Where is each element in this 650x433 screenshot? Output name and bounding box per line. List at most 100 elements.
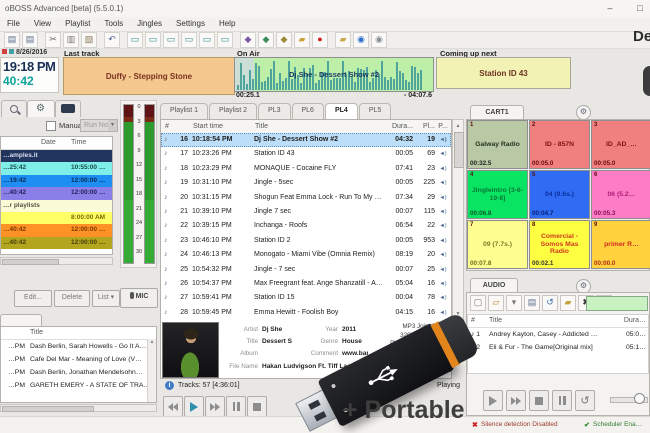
menu-item-settings[interactable]: Settings: [169, 17, 212, 28]
edit-button[interactable]: Edit...: [14, 290, 52, 307]
queue-vscrollbar[interactable]: ▲: [147, 339, 156, 402]
cart-button-4[interactable]: 4 Jingleintro [3-6-19-8] 00:06.8: [467, 170, 528, 219]
audio-pause-button[interactable]: [552, 390, 572, 411]
cart-settings-gear-icon[interactable]: ⚙: [576, 105, 591, 120]
cart-button-2[interactable]: 2 ID - 857N 00:05.0: [529, 120, 590, 169]
pause-button[interactable]: [226, 396, 246, 417]
scheduler-row[interactable]: …19:42 12:00:00 …: [1, 174, 112, 188]
playlist-tab-playlist-2[interactable]: Playlist 2: [209, 103, 258, 120]
tab-scheduler[interactable]: ⚙: [27, 100, 55, 117]
scheduler-row[interactable]: …25:42 10:55:00 …: [1, 162, 112, 175]
menu-item-view[interactable]: View: [27, 17, 58, 28]
save-icon[interactable]: ▤: [524, 295, 540, 311]
menu-item-jingles[interactable]: Jingles: [130, 17, 169, 28]
playlist-row[interactable]: ♪ 25 10:54:32 PM Jingle - 7 sec 00:07 25 ◄): [161, 263, 451, 277]
playlist-row[interactable]: ♪ 17 10:23:26 PM Station ID 43 00:05 69 ◄): [161, 147, 451, 161]
scheduler-row[interactable]: …40:42 12:00:00 …: [1, 236, 112, 250]
playlist-row[interactable]: ♪ 27 10:59:41 PM Station ID 15 00:04 78 ◄): [161, 291, 451, 305]
cart-button-8[interactable]: 8 Comercial - Somos Mas Radio 00:02.1: [529, 220, 590, 269]
copy-icon[interactable]: ▥: [63, 32, 79, 48]
scheduler-row[interactable]: 8:00:00 AM: [1, 211, 112, 225]
scheduler-row[interactable]: …40:42 12:00:00 …: [1, 187, 112, 200]
record-icon[interactable]: ●: [312, 32, 328, 48]
queue-row[interactable]: …PM GARETH EMERY - A STATE OF TRA…: [1, 379, 156, 392]
scroll-up-icon[interactable]: ▲: [453, 123, 463, 129]
save-all-icon[interactable]: ▤: [22, 32, 38, 48]
jingle-machine-icon[interactable]: ◆: [240, 32, 256, 48]
playlist-row[interactable]: ♪ 26 10:54:37 PM Max Freegrant feat. Ange S…: [161, 277, 451, 291]
refresh-icon[interactable]: ↺: [542, 295, 558, 311]
queue-row[interactable]: …PM Cafe Del Mar - Meaning of Love (V…: [1, 353, 156, 366]
scrollbar-thumb[interactable]: [2, 259, 59, 265]
playlist-row[interactable]: ♪ 18 10:23:29 PM MONAQUE - Cocaine FLY 07:41…: [161, 162, 451, 176]
globe-icon[interactable]: ◉: [371, 32, 387, 48]
queue-hscrollbar[interactable]: [0, 404, 157, 412]
playlist-tab-pl6[interactable]: PL6: [291, 103, 324, 120]
reports-icon[interactable]: ◆: [276, 32, 292, 48]
playlist-row[interactable]: ♪ 20 10:31:15 PM Shogun Feat Emma Lock - Ru…: [161, 191, 451, 205]
web-export-icon[interactable]: ◉: [353, 32, 369, 48]
list-dropdown-button[interactable]: List ▾: [92, 290, 120, 307]
run-now-dropdown[interactable]: Run Now ▾: [80, 119, 118, 132]
playlist-row[interactable]: ♪ 21 10:39:10 PM Jingle 7 sec 00:07 115 ◄): [161, 205, 451, 219]
open-dropdown-icon[interactable]: ▾: [506, 295, 522, 311]
cart-button-3[interactable]: 3 ID_AD_… 00:05.0: [591, 120, 650, 169]
cart-button-7[interactable]: 7 09 (7.7s.) 00:07.8: [467, 220, 528, 269]
scrollbar-thumb[interactable]: [2, 406, 94, 412]
stop-button[interactable]: [247, 396, 267, 417]
undo-icon[interactable]: ↶: [104, 32, 120, 48]
audio-row[interactable]: ♪ 1 Andrey Kayton, Casey - Addicted … 05:0…: [468, 328, 648, 341]
mic-button[interactable]: MIC: [120, 288, 158, 308]
minimize-button[interactable]: –: [600, 2, 620, 15]
view-double-icon[interactable]: ▭: [145, 32, 161, 48]
menu-item-file[interactable]: File: [0, 17, 27, 28]
scheduler-hscrollbar[interactable]: [0, 257, 113, 265]
save-icon[interactable]: ▤: [4, 32, 20, 48]
archive-icon[interactable]: ▰: [335, 32, 351, 48]
audio-stop-button[interactable]: [529, 390, 549, 411]
paste-icon[interactable]: ▧: [81, 32, 97, 48]
playlist-row[interactable]: ♪ 28 10:59:45 PM Emma Hewitt - Foolish Boy 0…: [161, 306, 451, 320]
playlist-row[interactable]: ♪ 23 10:46:10 PM Station ID 2 00:05 953 ◄): [161, 234, 451, 248]
delete-button[interactable]: Delete: [54, 290, 90, 307]
cart-tab[interactable]: CART1: [470, 105, 524, 120]
open-icon[interactable]: ▱: [488, 295, 504, 311]
manual-checkbox[interactable]: [46, 121, 56, 131]
view-mixer-icon[interactable]: ▭: [199, 32, 215, 48]
view-single-icon[interactable]: ▭: [127, 32, 143, 48]
queue-row[interactable]: …PM Dash Berlin, Jonathan Mendelsohn…: [1, 366, 156, 379]
scrollbar-thumb[interactable]: [454, 132, 464, 168]
queue-row[interactable]: …PM Dash Berlin, Sarah Howells - Go It A…: [1, 340, 156, 353]
import-icon[interactable]: ▰: [560, 295, 576, 311]
menu-item-playlist[interactable]: Playlist: [58, 17, 97, 28]
audio-row[interactable]: ♪ 2Eli & Fur - The Game[Original mix]05:…: [468, 341, 648, 354]
playlist-row[interactable]: ♪ 16 10:18:54 PM Dj She - Dessert Show #2 04…: [161, 133, 451, 148]
audio-play-button[interactable]: [483, 390, 503, 411]
view-log-icon[interactable]: ▭: [217, 32, 233, 48]
view-grid-icon[interactable]: ▭: [163, 32, 179, 48]
playlist-row[interactable]: ♪ 24 10:46:13 PM Monogato - Miami Vibe (Omn…: [161, 248, 451, 262]
playlist-row[interactable]: ♪ 22 10:39:15 PM Inchanga - Roofs 06:54 22 ◄): [161, 219, 451, 233]
playlist-tab-playlist-1[interactable]: Playlist 1: [160, 103, 209, 120]
tab-snapshot[interactable]: [55, 100, 81, 117]
playlist-tab-pl5[interactable]: PL5: [358, 103, 392, 120]
folder-icon[interactable]: ▰: [294, 32, 310, 48]
playlist-tab-pl3[interactable]: PL3: [258, 103, 291, 120]
volume-slider-knob[interactable]: [634, 393, 645, 404]
cart-button-9[interactable]: 9 primer R… 00:00.0: [591, 220, 650, 269]
tab-search[interactable]: [1, 100, 27, 117]
view-cart-icon[interactable]: ▭: [181, 32, 197, 48]
cart-button-1[interactable]: 1 Galway Radio 00:32.5: [467, 120, 528, 169]
playlist-tab-pl4[interactable]: PL4: [324, 103, 358, 120]
maximize-button[interactable]: □: [630, 2, 650, 15]
playlist-vscrollbar[interactable]: ▲ ▼: [452, 119, 464, 321]
chevron-down-icon[interactable]: ▾: [108, 120, 117, 131]
playlist-row[interactable]: ♪ 19 10:31:10 PM Jingle - 5sec 00:05 225 ◄): [161, 176, 451, 190]
audio-tab[interactable]: AUDIO: [470, 278, 518, 293]
cut-icon[interactable]: ✂: [45, 32, 61, 48]
cart-button-6[interactable]: 6 06 (5.2… 00:05.3: [591, 170, 650, 219]
music-library-icon[interactable]: ◆: [258, 32, 274, 48]
on-air-waveform[interactable]: Dj She - Dessert Show #2: [234, 57, 434, 92]
scheduler-row[interactable]: …40:42 12:00:00 …: [1, 224, 112, 237]
play-button[interactable]: [184, 396, 204, 417]
